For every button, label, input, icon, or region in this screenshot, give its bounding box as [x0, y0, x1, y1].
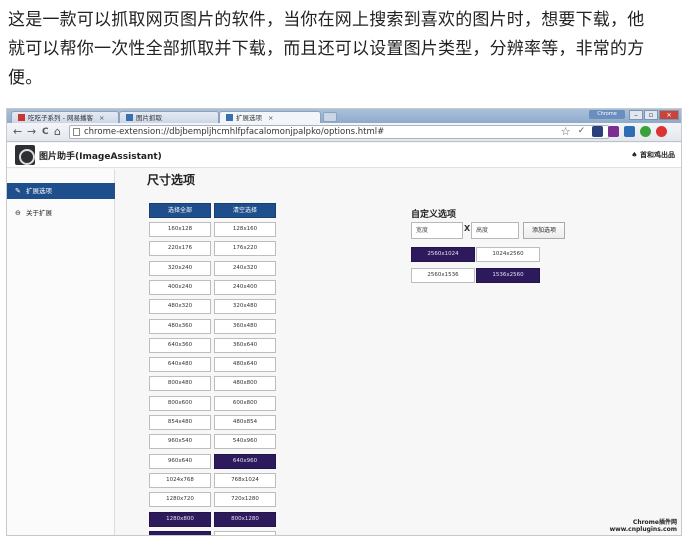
- check-icon[interactable]: ✓: [576, 126, 587, 137]
- size-option[interactable]: 1024x768: [149, 472, 211, 488]
- size-option[interactable]: 1280x1024: [149, 530, 211, 535]
- article-line-2: 就可以帮你一次性全部抓取并下载，而且还可以设置图片类型，分辨率等，非常的方: [8, 39, 645, 59]
- section-title: 尺寸选项: [147, 173, 196, 187]
- size-option[interactable]: 1024x2560: [476, 247, 540, 262]
- extension-icon[interactable]: [640, 126, 651, 137]
- home-icon[interactable]: ⌂: [54, 125, 61, 139]
- new-tab-button[interactable]: [323, 112, 337, 122]
- size-option[interactable]: 854x480: [149, 415, 211, 430]
- tab-2[interactable]: 图片抓取: [119, 111, 219, 123]
- minimize-icon[interactable]: –: [629, 110, 643, 120]
- article-line-1: 这是一款可以抓取网页图片的软件，当你在网上搜索到喜欢的图片时，想要下载，他: [8, 10, 645, 30]
- size-option[interactable]: 2560x1536: [411, 268, 475, 283]
- size-option[interactable]: 360x640: [214, 337, 276, 353]
- page-icon: [73, 128, 80, 136]
- size-option[interactable]: 220x176: [149, 241, 211, 257]
- extension-icon[interactable]: [608, 126, 619, 137]
- size-option[interactable]: 360x480: [214, 318, 276, 334]
- size-option[interactable]: 1536x2560: [476, 268, 540, 283]
- article-line-3: 便。: [8, 68, 43, 88]
- reload-icon[interactable]: C: [42, 125, 49, 139]
- sidebar-item-label: 扩展选项: [26, 187, 52, 195]
- size-option[interactable]: 400x240: [149, 279, 211, 295]
- extension-icon[interactable]: [624, 126, 635, 137]
- extension-icons: ☆ ✓: [560, 126, 667, 137]
- size-option[interactable]: 600x800: [214, 395, 276, 411]
- close-tab-icon[interactable]: ×: [268, 114, 273, 122]
- size-option[interactable]: 480x854: [214, 415, 276, 430]
- size-option[interactable]: 2560x1024: [411, 247, 475, 262]
- close-tab-icon[interactable]: ×: [99, 114, 104, 122]
- size-option[interactable]: 1024x1280: [214, 530, 276, 535]
- sidebar-item-options[interactable]: ✎ 扩展选项: [7, 183, 115, 199]
- puzzle-icon: [226, 114, 233, 121]
- size-option[interactable]: 640x480: [149, 357, 211, 373]
- site-icon: [18, 114, 25, 121]
- title-bar: 吃吃子系列 - 网易播客 × 图片抓取 扩展选项 × Chrome – ▫ ×: [7, 109, 681, 123]
- size-option[interactable]: 1280x800: [149, 511, 211, 527]
- size-option[interactable]: 768x1024: [214, 472, 276, 488]
- size-option[interactable]: 320x480: [214, 299, 276, 315]
- select-all-button[interactable]: 选择全部: [149, 203, 211, 218]
- close-window-icon[interactable]: ×: [659, 110, 679, 120]
- extension-icon[interactable]: [656, 126, 667, 137]
- app-title: 图片助手(ImageAssistant): [39, 152, 162, 162]
- add-option-button[interactable]: 添加选项: [523, 222, 565, 239]
- sidebar-item-label: 关于扩展: [26, 209, 52, 217]
- home-link[interactable]: ♠ 首和鸡出品: [631, 150, 675, 160]
- pencil-icon: ✎: [15, 187, 21, 195]
- times-sign: X: [464, 224, 471, 233]
- size-option[interactable]: 240x320: [214, 260, 276, 276]
- size-option[interactable]: 480x360: [149, 318, 211, 334]
- clear-selection-button[interactable]: 清空选择: [214, 203, 276, 218]
- back-icon[interactable]: ←: [13, 125, 22, 139]
- size-option[interactable]: 800x480: [149, 376, 211, 392]
- address-bar: ← → C ⌂ chrome-extension://dbjbempljhcmh…: [7, 123, 681, 142]
- sidebar: ✎ 扩展选项 ⊖ 关于扩展: [7, 169, 115, 535]
- size-option[interactable]: 960x640: [149, 453, 211, 469]
- tab-3[interactable]: 扩展选项 ×: [219, 111, 321, 123]
- width-input[interactable]: 宽度: [411, 222, 463, 239]
- size-option[interactable]: 480x320: [149, 299, 211, 315]
- url-input[interactable]: chrome-extension://dbjbempljhcmhlfpfacal…: [69, 125, 609, 139]
- size-option[interactable]: 800x600: [149, 395, 211, 411]
- user-badge[interactable]: Chrome: [589, 110, 625, 119]
- camera-logo-icon: [15, 145, 35, 165]
- app-header: 图片助手(ImageAssistant) ♠ 首和鸡出品: [7, 143, 681, 168]
- size-option[interactable]: 640x360: [149, 337, 211, 353]
- sidebar-item-about[interactable]: ⊖ 关于扩展: [7, 205, 115, 221]
- browser-screenshot: 吃吃子系列 - 网易播客 × 图片抓取 扩展选项 × Chrome – ▫ × ← …: [6, 108, 682, 536]
- star-icon[interactable]: ☆: [560, 126, 571, 137]
- size-option[interactable]: 320x240: [149, 260, 211, 276]
- size-option[interactable]: 640x960: [214, 453, 276, 469]
- extension-icon[interactable]: [592, 126, 603, 137]
- size-option[interactable]: 800x1280: [214, 511, 276, 527]
- watermark: Chrome插件网 www.cnplugins.com: [609, 519, 677, 533]
- size-option[interactable]: 960x540: [149, 434, 211, 450]
- tab-1[interactable]: 吃吃子系列 - 网易播客 ×: [11, 111, 119, 123]
- image-icon: [126, 114, 133, 121]
- maximize-icon[interactable]: ▫: [644, 110, 658, 120]
- size-option[interactable]: 128x160: [214, 222, 276, 237]
- size-option[interactable]: 480x800: [214, 376, 276, 392]
- article-text: 这是一款可以抓取网页图片的软件，当你在网上搜索到喜欢的图片时，想要下载，他 就可…: [8, 6, 684, 93]
- height-input[interactable]: 高度: [471, 222, 519, 239]
- size-option[interactable]: 720x1280: [214, 492, 276, 508]
- window-controls: Chrome – ▫ ×: [589, 110, 679, 121]
- size-option[interactable]: 1280x720: [149, 492, 211, 508]
- forward-icon[interactable]: →: [27, 125, 36, 139]
- size-option[interactable]: 160x128: [149, 222, 211, 237]
- custom-options-title: 自定义选项: [411, 210, 457, 220]
- info-icon: ⊖: [15, 209, 21, 217]
- size-option[interactable]: 240x400: [214, 279, 276, 295]
- size-option[interactable]: 480x640: [214, 357, 276, 373]
- size-option[interactable]: 176x220: [214, 241, 276, 257]
- size-option[interactable]: 540x960: [214, 434, 276, 450]
